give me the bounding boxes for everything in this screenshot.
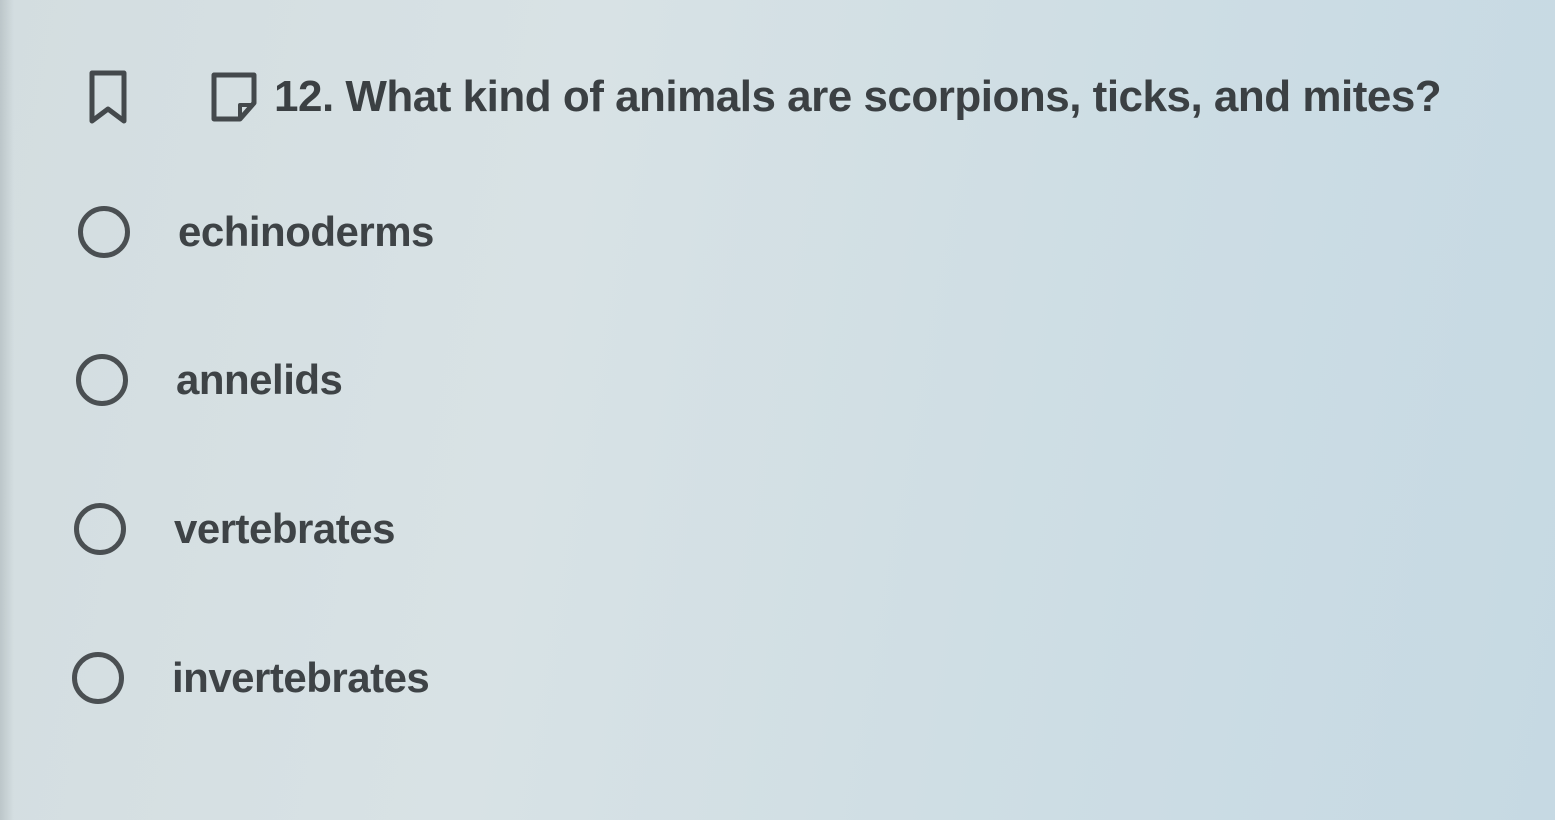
radio-button[interactable] bbox=[76, 354, 128, 406]
screen-edge-shadow bbox=[0, 0, 14, 820]
radio-button[interactable] bbox=[78, 206, 130, 258]
option-echinoderms[interactable]: echinoderms bbox=[78, 200, 434, 264]
bookmark-icon[interactable] bbox=[84, 67, 132, 127]
option-invertebrates[interactable]: invertebrates bbox=[72, 646, 430, 710]
option-label: invertebrates bbox=[172, 654, 430, 701]
option-label: echinoderms bbox=[178, 208, 434, 255]
option-label: annelids bbox=[176, 356, 343, 403]
radio-button[interactable] bbox=[72, 652, 124, 704]
option-label: vertebrates bbox=[174, 505, 395, 552]
radio-button[interactable] bbox=[74, 503, 126, 555]
question-header: 12. What kind of animals are scorpions, … bbox=[84, 62, 1442, 132]
question-text: 12. What kind of animals are scorpions, … bbox=[274, 72, 1442, 121]
option-vertebrates[interactable]: vertebrates bbox=[74, 497, 395, 561]
option-annelids[interactable]: annelids bbox=[76, 348, 343, 412]
note-icon[interactable] bbox=[206, 67, 262, 127]
